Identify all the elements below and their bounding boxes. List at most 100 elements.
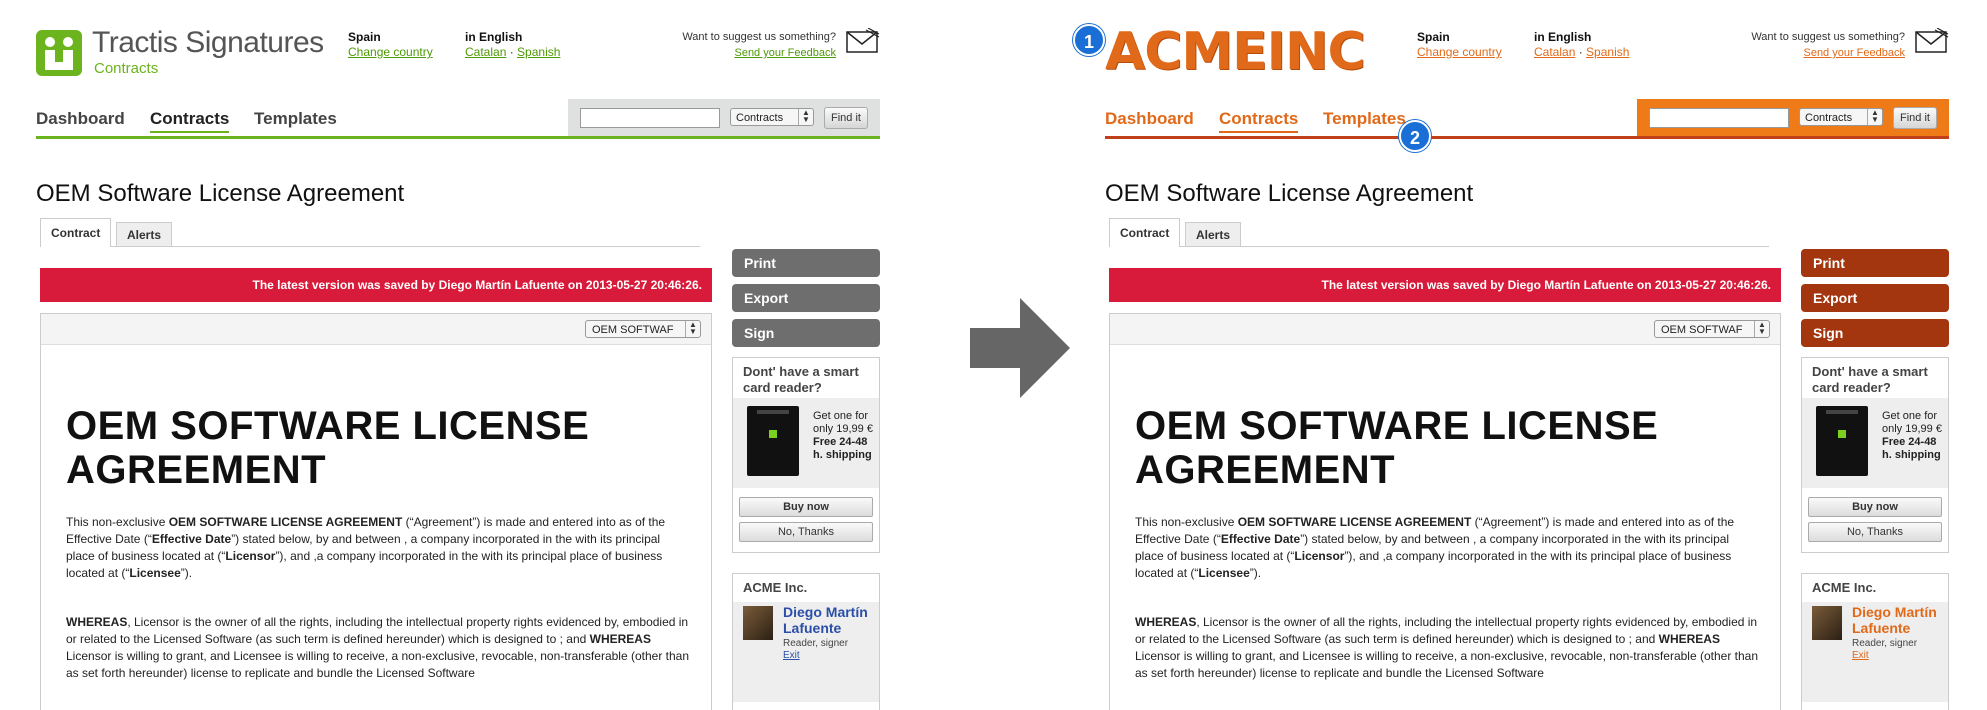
- promo-price: Get one for only 19,99 €: [813, 410, 873, 435]
- contract-document: OEM SOFTWAF ▲ ▼ OEM SOFTWARE LICENSE AGRE…: [1109, 313, 1781, 710]
- exit-link[interactable]: Exit: [783, 650, 800, 661]
- envelope-icon[interactable]: [1915, 28, 1949, 54]
- avatar: [1812, 606, 1842, 640]
- document-heading: OEM SOFTWARE LICENSE AGREEMENT: [66, 404, 590, 492]
- feedback-text: Want to suggest us something?: [682, 31, 836, 43]
- promo-text: Get one for only 19,99 € Free 24-48 h. s…: [813, 410, 879, 462]
- feedback-link[interactable]: Send your Feedback: [734, 47, 836, 59]
- search-input[interactable]: [580, 108, 720, 128]
- document-paragraph: WHEREAS, Licensor is the owner of all th…: [1135, 615, 1758, 680]
- nav-dashboard[interactable]: Dashboard: [1105, 109, 1194, 129]
- find-it-button[interactable]: Find it: [1893, 107, 1937, 129]
- reader-slot: [1826, 410, 1858, 414]
- nav-dashboard[interactable]: Dashboard: [36, 109, 125, 129]
- country-label: Spain: [1417, 30, 1450, 44]
- tab-alerts[interactable]: Alerts: [116, 222, 173, 246]
- spanish-link[interactable]: Spanish: [517, 45, 560, 59]
- no-thanks-button[interactable]: No, Thanks: [1808, 522, 1942, 542]
- callout-badge-2: 2: [1399, 120, 1431, 152]
- exit-link[interactable]: Exit: [1852, 650, 1869, 661]
- nav-underline: [1105, 136, 1949, 139]
- nav-templates[interactable]: Templates: [1323, 109, 1406, 129]
- contract-document: OEM SOFTWAF ▲ ▼ OEM SOFTWARE LICENSE AGRE…: [40, 313, 712, 710]
- buy-now-button[interactable]: Buy now: [1808, 497, 1942, 517]
- user-name-link[interactable]: Diego Martín Lafuente: [1852, 604, 1942, 636]
- promo-body: Get one for only 19,99 € Free 24-48 h. s…: [1802, 398, 1948, 488]
- avatar: [743, 606, 773, 640]
- language-label: in English: [1534, 30, 1592, 44]
- tab-contract[interactable]: Contract: [1109, 218, 1181, 247]
- acme-logo[interactable]: ACMEINC: [1105, 20, 1366, 84]
- saved-banner: The latest version was saved by Diego Ma…: [1109, 268, 1781, 302]
- tab-alerts[interactable]: Alerts: [1185, 222, 1242, 246]
- search-scope-select[interactable]: Contracts ▲ ▼: [1799, 108, 1883, 126]
- document-paragraph: This non-exclusive OEM SOFTWARE LICENSE …: [66, 515, 666, 580]
- logo-subtitle: Contracts: [94, 60, 159, 77]
- tab-bar: Contract Alerts: [1109, 218, 1769, 247]
- reader-logo: [1838, 430, 1846, 438]
- feedback-text: Want to suggest us something?: [1751, 31, 1905, 43]
- envelope-icon[interactable]: [846, 28, 880, 54]
- logo-name: Tractis Signatures: [92, 26, 324, 59]
- select-arrows-icon: ▲ ▼: [1867, 109, 1882, 125]
- saved-banner: The latest version was saved by Diego Ma…: [40, 268, 712, 302]
- print-button[interactable]: Print: [732, 249, 880, 277]
- spanish-link[interactable]: Spanish: [1586, 45, 1629, 59]
- nav-underline: [36, 136, 880, 139]
- organization-name: ACME Inc.: [1812, 580, 1877, 595]
- search-scope-value: Contracts: [1805, 112, 1853, 124]
- promo-body: Get one for only 19,99 € Free 24-48 h. s…: [733, 398, 879, 488]
- search-box: Contracts ▲ ▼ Find it: [1637, 99, 1949, 139]
- user-body: Diego Martín Lafuente Reader, signer Exi…: [733, 602, 879, 702]
- language-label: in English: [465, 30, 523, 44]
- version-select-value: OEM SOFTWAF: [592, 324, 674, 336]
- tab-contract[interactable]: Contract: [40, 218, 112, 247]
- search-scope-select[interactable]: Contracts ▲ ▼: [730, 108, 814, 126]
- feedback-block: Want to suggest us something? Send your …: [596, 30, 836, 61]
- version-select[interactable]: OEM SOFTWAF ▲ ▼: [585, 320, 701, 338]
- find-it-button[interactable]: Find it: [824, 107, 868, 129]
- tractis-logo-icon: [36, 30, 82, 76]
- user-name-link[interactable]: Diego Martín Lafuente: [783, 604, 873, 636]
- country-block: Spain Change country: [1417, 30, 1502, 60]
- export-button[interactable]: Export: [1801, 284, 1949, 312]
- feedback-link[interactable]: Send your Feedback: [1803, 47, 1905, 59]
- nav-contracts[interactable]: Contracts: [150, 109, 230, 133]
- nav-templates[interactable]: Templates: [254, 109, 337, 129]
- print-button[interactable]: Print: [1801, 249, 1949, 277]
- document-paragraph: This non-exclusive OEM SOFTWARE LICENSE …: [1135, 515, 1735, 580]
- promo-price: Get one for only 19,99 €: [1882, 410, 1942, 435]
- main-nav: Dashboard Contracts Templates Contracts …: [1105, 99, 1949, 139]
- catalan-link[interactable]: Catalan: [465, 45, 506, 59]
- sign-button[interactable]: Sign: [732, 319, 880, 347]
- change-country-link[interactable]: Change country: [348, 45, 433, 59]
- version-select[interactable]: OEM SOFTWAF ▲ ▼: [1654, 320, 1770, 338]
- buy-now-button[interactable]: Buy now: [739, 497, 873, 517]
- catalan-link[interactable]: Catalan: [1534, 45, 1575, 59]
- card-reader-image: [1816, 406, 1868, 476]
- card-reader-image: [747, 406, 799, 476]
- user-box: ACME Inc. Diego Martín Lafuente Reader, …: [1801, 573, 1949, 710]
- sign-button[interactable]: Sign: [1801, 319, 1949, 347]
- version-select-value: OEM SOFTWAF: [1661, 324, 1743, 336]
- user-body: Diego Martín Lafuente Reader, signer Exi…: [1802, 602, 1948, 702]
- no-thanks-button[interactable]: No, Thanks: [739, 522, 873, 542]
- user-role: Reader, signer: [1852, 638, 1918, 649]
- nav-contracts[interactable]: Contracts: [1219, 109, 1299, 133]
- promo-shipping: Free 24-48 h. shipping: [1882, 436, 1941, 461]
- export-button[interactable]: Export: [732, 284, 880, 312]
- select-arrows-icon: ▲ ▼: [685, 321, 700, 337]
- change-country-link[interactable]: Change country: [1417, 45, 1502, 59]
- select-arrows-icon: ▲ ▼: [1754, 321, 1769, 337]
- lang-separator: ·: [506, 45, 518, 59]
- country-block: Spain Change country: [348, 30, 433, 60]
- page-title: OEM Software License Agreement: [36, 180, 405, 207]
- promo-text: Get one for only 19,99 € Free 24-48 h. s…: [1882, 410, 1948, 462]
- document-toolbar: OEM SOFTWAF ▲ ▼: [1110, 314, 1780, 345]
- original-screen: Tractis Signatures Contracts Spain Chang…: [0, 0, 880, 710]
- document-paragraph: WHEREAS, Licensor is the owner of all th…: [66, 615, 689, 680]
- card-reader-promo: Dont' have a smart card reader? Get one …: [732, 357, 880, 553]
- feedback-block: Want to suggest us something? Send your …: [1665, 30, 1905, 61]
- search-input[interactable]: [1649, 108, 1789, 128]
- main-nav: Dashboard Contracts Templates Contracts …: [36, 99, 880, 139]
